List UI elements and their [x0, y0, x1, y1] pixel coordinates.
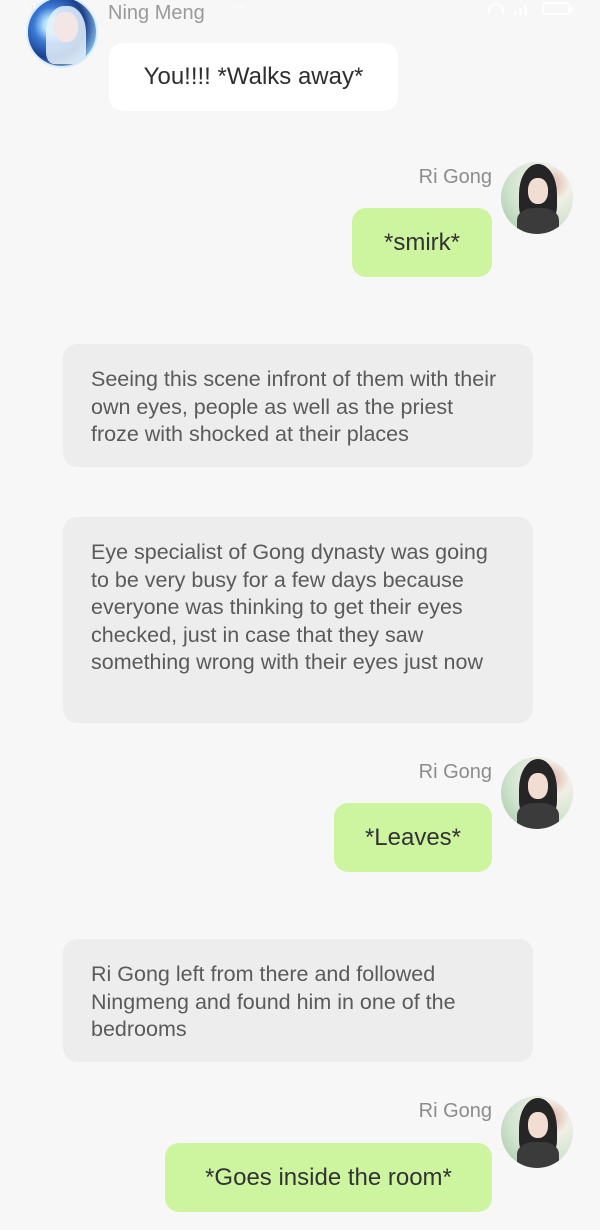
message-bubble[interactable]: *smirk* [352, 208, 492, 277]
sender-name: Ning Meng [108, 2, 205, 24]
signal-icon [514, 3, 532, 15]
sender-name: Ri Gong [418, 166, 492, 188]
narration-bubble[interactable]: Seeing this scene infront of them with t… [63, 344, 533, 467]
narration-bubble[interactable]: Ri Gong left from there and followed Nin… [63, 939, 533, 1062]
message-bubble[interactable]: *Goes inside the room* [165, 1143, 492, 1212]
ri-gong-avatar-icon[interactable] [501, 1096, 573, 1168]
sender-name: Ri Gong [418, 761, 492, 783]
ri-gong-avatar-icon[interactable] [501, 757, 573, 829]
message-bubble[interactable]: *Leaves* [334, 803, 492, 872]
ning-meng-avatar-icon[interactable] [26, 0, 98, 68]
wifi-icon [488, 2, 504, 15]
status-dots: ·· [232, 0, 245, 15]
status-icons [488, 2, 573, 15]
battery-icon [542, 2, 573, 15]
sender-name: Ri Gong [418, 1100, 492, 1122]
message-bubble[interactable]: You!!!! *Walks away* [109, 43, 398, 111]
ri-gong-avatar-icon[interactable] [501, 162, 573, 234]
narration-bubble[interactable]: Eye specialist of Gong dynasty was going… [63, 517, 533, 723]
